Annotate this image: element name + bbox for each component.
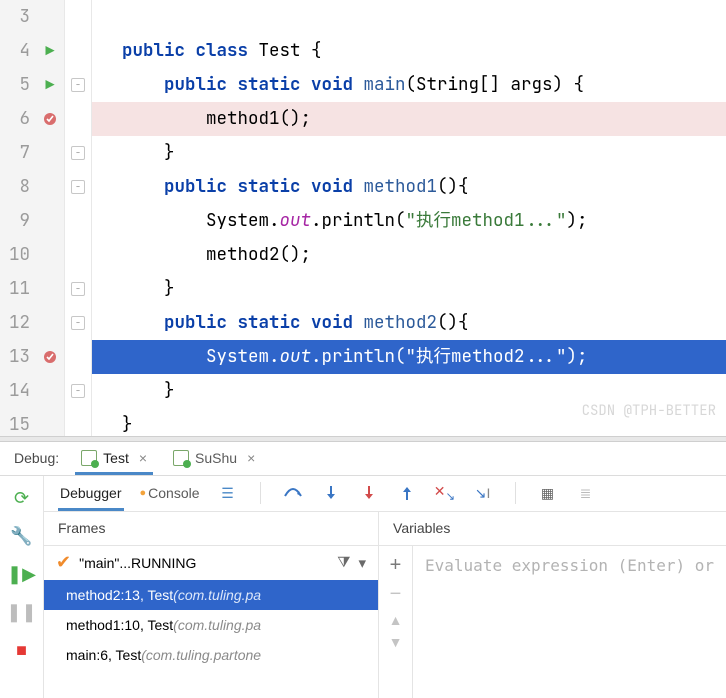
code-line[interactable]: method1(); [92,102,726,136]
frames-header: Frames [44,512,378,546]
debug-side-toolbar: ⟳ 🔧 ❚▶ ❚❚ ■ [0,476,44,698]
force-step-into-button[interactable] [357,481,381,505]
step-out-button[interactable] [395,481,419,505]
fold-toggle[interactable]: − [71,78,85,92]
code-line[interactable]: } [92,136,726,170]
code-editor[interactable]: 3456789101112131415 ▶▶ − − − − − − public cla… [0,0,726,436]
evaluate-expression-input[interactable]: Evaluate expression (Enter) or [413,546,726,698]
fold-toggle[interactable]: − [71,146,85,160]
variables-toolbar: + − ▲ ▼ [379,546,413,698]
filter-icon[interactable]: ⧩ [337,554,350,571]
code-line[interactable]: public static void method1(){ [92,170,726,204]
settings-button[interactable]: 🔧 [9,524,35,550]
move-up-button[interactable]: ▲ [389,612,403,628]
thread-selector[interactable]: ✔ "main"...RUNNING ⧩ ▾ [44,546,378,580]
stack-frame-row[interactable]: main:6, Test (com.tuling.partone [44,640,378,670]
frames-list[interactable]: ✔ "main"...RUNNING ⧩ ▾ method2:13, Test … [44,546,378,698]
thread-label: "main"...RUNNING [79,555,196,571]
code-line[interactable] [92,0,726,34]
step-into-button[interactable] [319,481,343,505]
gutter-icons: ▶▶ [36,0,64,436]
fold-toggle[interactable]: − [71,282,85,296]
run-line-icon[interactable]: ▶ [45,68,54,102]
debug-panel: Debug: Test × SuShu × ⟳ 🔧 ❚▶ ❚❚ ■ [0,442,726,698]
variables-pane: Variables + − ▲ ▼ Evaluate expression (E… [379,512,726,698]
line-number-gutter: 3456789101112131415 [0,0,36,436]
close-icon[interactable]: × [247,450,255,466]
run-to-cursor-button[interactable]: ↘I [471,481,495,505]
tab-label: SuShu [195,450,237,466]
stack-frame-row[interactable]: method1:10, Test (com.tuling.pa [44,610,378,640]
chevron-down-icon[interactable]: ▾ [358,554,366,572]
code-line[interactable]: method2(); [92,238,726,272]
debug-tabs-bar: Debug: Test × SuShu × [0,442,726,476]
console-tab[interactable]: ● Console [138,475,202,511]
run-config-icon [81,450,97,466]
fold-toggle[interactable]: − [71,384,85,398]
debug-tab-sushu[interactable]: SuShu × [169,441,259,475]
fold-toggle[interactable]: − [71,316,85,330]
variables-header: Variables [379,512,726,546]
tab-label: Test [103,450,129,466]
evaluate-button[interactable]: ▦ [536,481,560,505]
check-icon: ✔ [56,552,71,573]
breakpoint-icon[interactable] [42,111,58,127]
fold-toggle[interactable]: − [71,180,85,194]
code-line[interactable]: public static void method2(){ [92,306,726,340]
pause-button[interactable]: ❚❚ [9,600,35,626]
fold-gutter: − − − − − − [64,0,92,436]
debug-tab-test[interactable]: Test × [77,441,151,475]
stack-frame-row[interactable]: method2:13, Test (com.tuling.pa [44,580,378,610]
more-button[interactable]: ≣ [574,481,598,505]
run-line-icon[interactable]: ▶ [45,34,54,68]
frames-pane: Frames ✔ "main"...RUNNING ⧩ ▾ method2:13… [44,512,379,698]
remove-watch-button[interactable]: − [390,583,402,606]
step-over-button[interactable] [281,481,305,505]
code-line[interactable]: System.out.println("执行method1..."); [92,204,726,238]
code-line[interactable]: } [92,272,726,306]
code-area[interactable]: public class Test { public static void m… [92,0,726,436]
close-icon[interactable]: × [139,450,147,466]
debugger-tab[interactable]: Debugger [58,475,124,511]
drop-frame-button[interactable]: ✕↘ [433,481,457,505]
threads-icon[interactable]: ☰ [216,481,240,505]
add-watch-button[interactable]: + [390,554,402,577]
code-line[interactable]: public static void main(String[] args) { [92,68,726,102]
run-config-icon [173,450,189,466]
debug-panel-title: Debug: [14,450,59,466]
move-down-button[interactable]: ▼ [389,634,403,650]
code-line[interactable]: public class Test { [92,34,726,68]
code-line[interactable]: System.out.println("执行method2..."); [92,340,726,374]
debugger-toolbar: Debugger ● Console ☰ ✕↘ ↘I ▦ ≣ [44,476,726,512]
stop-button[interactable]: ■ [9,638,35,664]
rerun-button[interactable]: ⟳ [9,486,35,512]
resume-button[interactable]: ❚▶ [9,562,35,588]
watermark: CSDN @TPH-BETTER [582,394,716,428]
breakpoint-icon[interactable] [42,349,58,365]
